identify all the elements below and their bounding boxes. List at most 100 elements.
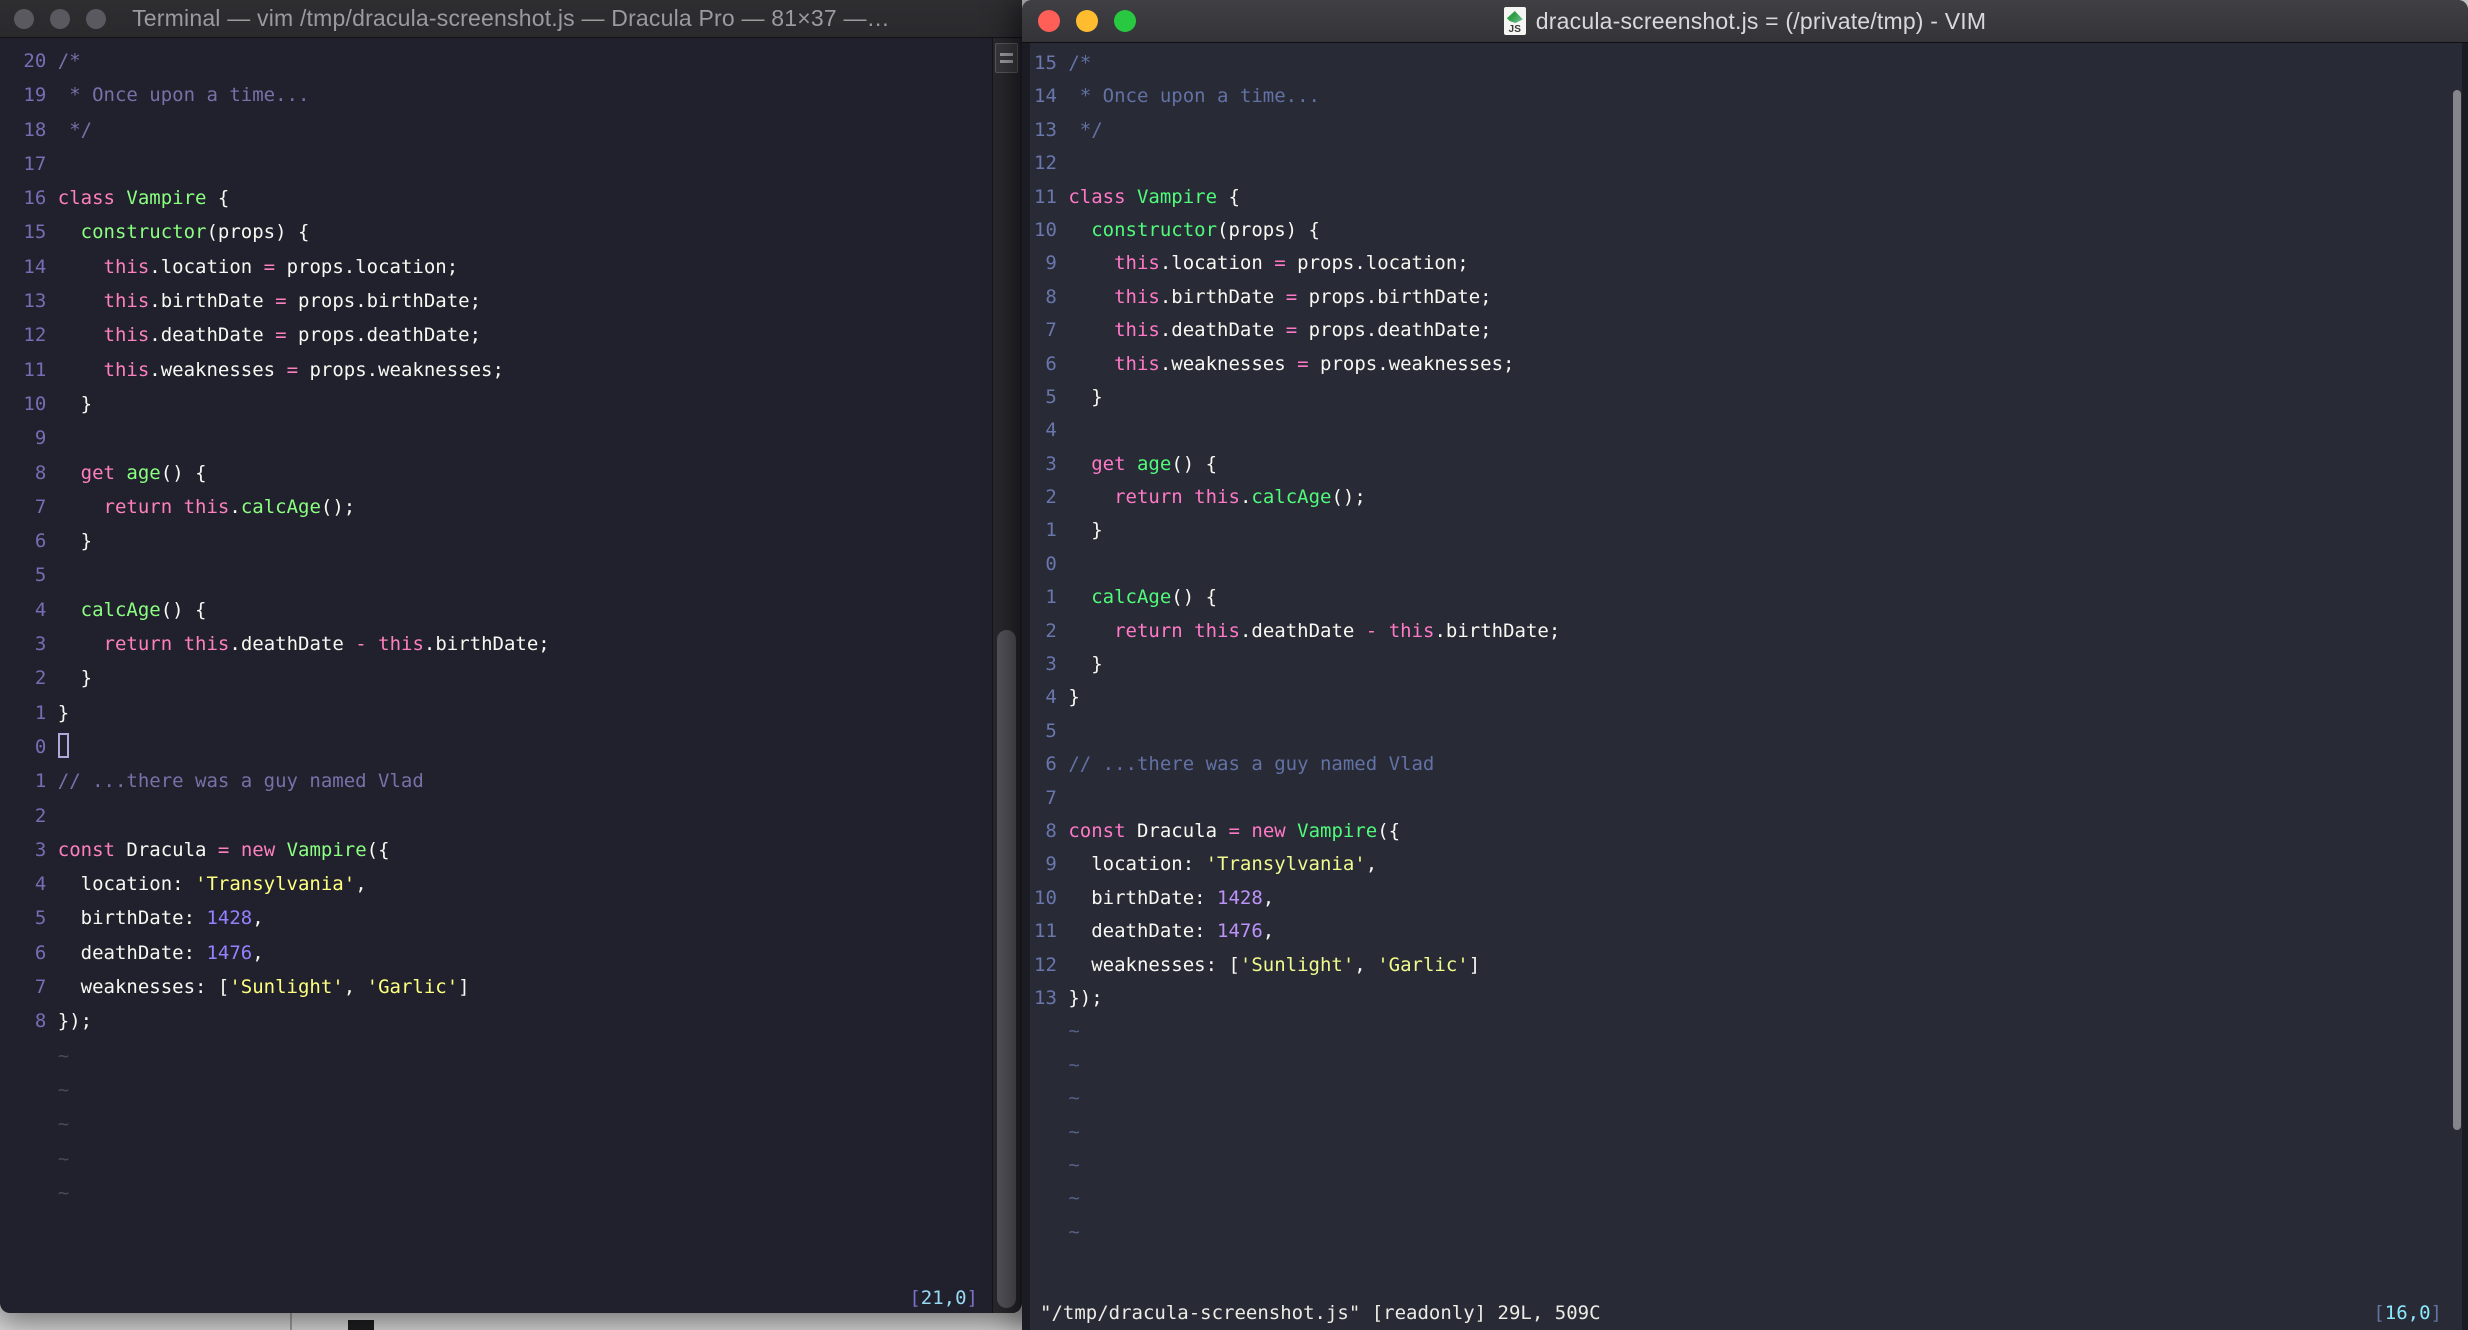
line-number: 1 (1045, 586, 1057, 609)
split-pane-icon (1000, 60, 1013, 63)
code-line: 8 const Dracula = new Vampire({ (1030, 815, 2462, 848)
code-line: 13 */ (1030, 114, 2462, 147)
code-line: 9 this.location = props.location; (1030, 247, 2462, 280)
line-number: 7 (34, 976, 47, 999)
terminal-scrollbar-thumb[interactable] (997, 630, 1016, 1308)
line-number: 12 (1034, 152, 1057, 175)
code-line: 6 this.weaknesses = props.weaknesses; (1030, 348, 2462, 381)
code-line: 4 location: 'Transylvania', (0, 867, 1022, 901)
line-number: 11 (23, 358, 47, 381)
macvim-scrollbar-thumb[interactable] (2453, 90, 2461, 1130)
empty-buffer-tilde: ~ (1068, 1153, 1080, 1176)
code-line: 20/* (0, 44, 1022, 78)
code-line: 17 (0, 147, 1022, 181)
vim-statusline-left: [21,0] [dracula-screenshot.js][javascrip… (0, 1247, 1022, 1309)
code-line: 11 deathDate: 1476, (1030, 915, 2462, 948)
code-line: 9 location: 'Transylvania', (1030, 848, 2462, 881)
code-line: 3 } (1030, 648, 2462, 681)
cursor-position-indicator: [21,0] (909, 1287, 978, 1309)
code-line: 12 weaknesses: ['Sunlight', 'Garlic'] (1030, 949, 2462, 982)
code-line: 5 (1030, 715, 2462, 748)
line-number: 9 (1045, 252, 1057, 275)
code-line: 6 } (0, 524, 1022, 558)
empty-buffer-tilde: ~ (57, 1078, 70, 1101)
minimize-button[interactable] (1076, 10, 1098, 32)
code-line: 11 class Vampire { (1030, 181, 2462, 214)
line-number: 9 (34, 427, 47, 450)
line-number: 6 (34, 941, 47, 964)
line-number: 15 (1034, 52, 1057, 74)
code-line: 2 return this.deathDate - this.birthDate… (1030, 615, 2462, 648)
zoom-button[interactable] (86, 8, 106, 29)
code-line: 2 return this.calcAge(); (1030, 481, 2462, 514)
macvim-window-title: JS dracula-screenshot.js = (/private/tmp… (1022, 7, 2468, 35)
macvim-viewport[interactable]: 15/* 14 * Once upon a time... 13 */12 11 cla… (1030, 43, 2462, 1330)
empty-buffer-tilde: ~ (1068, 1220, 1080, 1243)
line-number: 8 (1045, 285, 1057, 308)
line-number: 5 (1045, 385, 1057, 408)
code-line: 2 (0, 799, 1022, 833)
vim-cursor (57, 732, 69, 758)
code-line: 5 (0, 558, 1022, 592)
line-number: 6 (1045, 753, 1057, 776)
code-line: 3 return this.deathDate - this.birthDate… (0, 627, 1022, 661)
minimize-button[interactable] (50, 8, 70, 29)
code-line: 1 } (1030, 514, 2462, 547)
macvim-titlebar: JS dracula-screenshot.js = (/private/tmp… (1022, 0, 2468, 43)
code-line: 10 } (0, 387, 1022, 421)
empty-buffer-tilde: ~ (1068, 1187, 1080, 1210)
code-line: 1} (0, 696, 1022, 730)
empty-buffer-tilde: ~ (1068, 1053, 1080, 1076)
macvim-title-text: dracula-screenshot.js = (/private/tmp) -… (1535, 7, 1987, 34)
code-line: 5 } (1030, 381, 2462, 414)
code-buffer-left: 20/* 19 * Once upon a time... 18 */17 16 cla… (0, 44, 1022, 1210)
terminal-scrollbar-track[interactable] (992, 38, 1020, 1313)
line-number: 14 (1034, 85, 1057, 108)
code-line: 4 (1030, 414, 2462, 447)
terminal-window-title: Terminal — vim /tmp/dracula-screenshot.j… (132, 5, 890, 31)
code-line: 1// ...there was a guy named Vlad (0, 764, 1022, 798)
code-line: 12 this.deathDate = props.deathDate; (0, 318, 1022, 352)
line-number: 3 (34, 633, 47, 656)
code-line: 15 constructor(props) { (0, 215, 1022, 249)
split-pane-button[interactable] (995, 43, 1018, 73)
js-document-icon[interactable]: JS (1503, 7, 1526, 35)
code-line: 16 class Vampire { (0, 181, 1022, 215)
close-button[interactable] (14, 8, 34, 29)
empty-buffer-tilde: ~ (57, 1044, 70, 1067)
line-number: 8 (34, 1010, 47, 1033)
code-line: 15/* (1030, 47, 2462, 80)
code-line: 13 this.birthDate = props.birthDate; (0, 284, 1022, 318)
code-line: 7 this.deathDate = props.deathDate; (1030, 314, 2462, 347)
line-number: 1 (34, 701, 47, 724)
empty-buffer-tilde: ~ (1068, 1020, 1080, 1043)
code-line: 13}); (1030, 982, 2462, 1015)
code-line: 8}); (0, 1004, 1022, 1038)
line-number: 4 (34, 873, 47, 896)
code-line: 6 deathDate: 1476, (0, 936, 1022, 970)
terminal-window: Terminal — vim /tmp/dracula-screenshot.j… (0, 0, 1022, 1313)
line-number: 2 (34, 804, 47, 827)
line-number: 14 (23, 255, 47, 278)
line-number: 17 (23, 152, 47, 175)
code-line: 9 (0, 421, 1022, 455)
code-line: 8 this.birthDate = props.birthDate; (1030, 281, 2462, 314)
empty-buffer-tilde: ~ (57, 1113, 70, 1136)
code-line: 5 birthDate: 1428, (0, 901, 1022, 935)
line-number: 4 (34, 598, 47, 621)
close-button[interactable] (1038, 10, 1060, 32)
line-number: 19 (23, 84, 47, 107)
line-number: 2 (1045, 619, 1057, 642)
code-line: 3 const Dracula = new Vampire({ (0, 833, 1022, 867)
line-number: 1 (1045, 519, 1057, 542)
code-line: 0 (0, 730, 1022, 764)
code-line: 11 this.weaknesses = props.weaknesses; (0, 353, 1022, 387)
code-line: 8 get age() { (0, 456, 1022, 490)
line-number: 12 (1034, 953, 1057, 976)
terminal-vim-viewport[interactable]: 20/* 19 * Once upon a time... 18 */17 16 cla… (0, 38, 1022, 1313)
code-line: 7 return this.calcAge(); (0, 490, 1022, 524)
line-number: 8 (34, 461, 47, 484)
line-number: 18 (23, 118, 47, 141)
line-number: 5 (1045, 719, 1057, 742)
zoom-button[interactable] (1114, 10, 1136, 32)
